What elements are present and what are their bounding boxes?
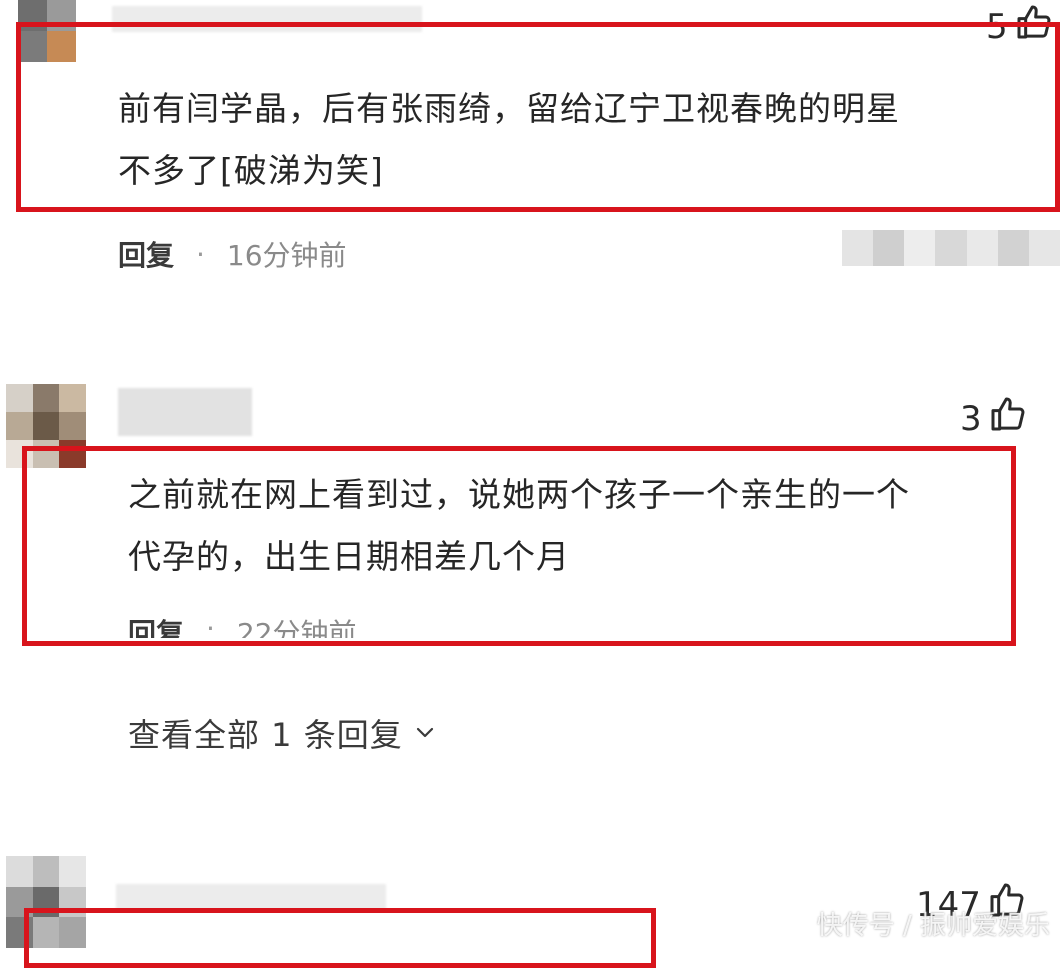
like-button[interactable]: 3 xyxy=(960,394,1028,443)
comment-text: 之前就在网上看到过，说她两个孩子一个亲生的一个 代孕的，出生日期相差几个月 xyxy=(128,464,1008,588)
view-replies-label: 查看全部 1 条回复 xyxy=(128,716,403,754)
comment-text-line: 之前就在网上看到过，说她两个孩子一个亲生的一个 xyxy=(128,475,910,514)
comment-meta: 回复 · 16分钟前 xyxy=(118,234,347,274)
highlight-box xyxy=(24,908,656,968)
username-blurred[interactable] xyxy=(116,884,386,910)
timestamp: 16分钟前 xyxy=(226,239,347,272)
view-all-replies-button[interactable]: 查看全部 1 条回复 xyxy=(128,710,437,756)
comment-text-line: 前有闫学晶，后有张雨绮，留给辽宁卫视春晚的明星 xyxy=(118,89,900,128)
thumbs-up-icon xyxy=(988,394,1028,443)
watermark: 快传号 / 振帅爱娱乐 xyxy=(816,911,1050,941)
comment-text: 前有闫学晶，后有张雨绮，留给辽宁卫视春晚的明星 不多了[破涕为笑] xyxy=(118,78,1053,202)
separator-dot: · xyxy=(196,237,205,271)
username-blurred[interactable] xyxy=(112,6,422,32)
thumbs-up-icon xyxy=(1014,2,1054,51)
username-blurred[interactable] xyxy=(118,388,252,436)
separator-dot: · xyxy=(206,612,215,638)
comment-meta: 回复 · 22分钟前 xyxy=(128,612,357,638)
reply-button[interactable]: 回复 xyxy=(128,612,184,638)
avatar[interactable] xyxy=(6,384,86,468)
reply-button[interactable]: 回复 xyxy=(118,234,174,274)
like-count: 5 xyxy=(986,6,1008,47)
comment-text-line: 不多了[破涕为笑] xyxy=(118,151,384,190)
avatar[interactable] xyxy=(18,0,76,62)
like-count: 3 xyxy=(960,398,982,439)
timestamp: 22分钟前 xyxy=(236,617,357,638)
like-button[interactable]: 5 xyxy=(986,2,1054,51)
comment-text-line: 代孕的，出生日期相差几个月 xyxy=(128,537,570,576)
avatar[interactable] xyxy=(6,856,86,948)
blurred-region xyxy=(842,230,1060,266)
chevron-down-icon xyxy=(413,714,437,752)
